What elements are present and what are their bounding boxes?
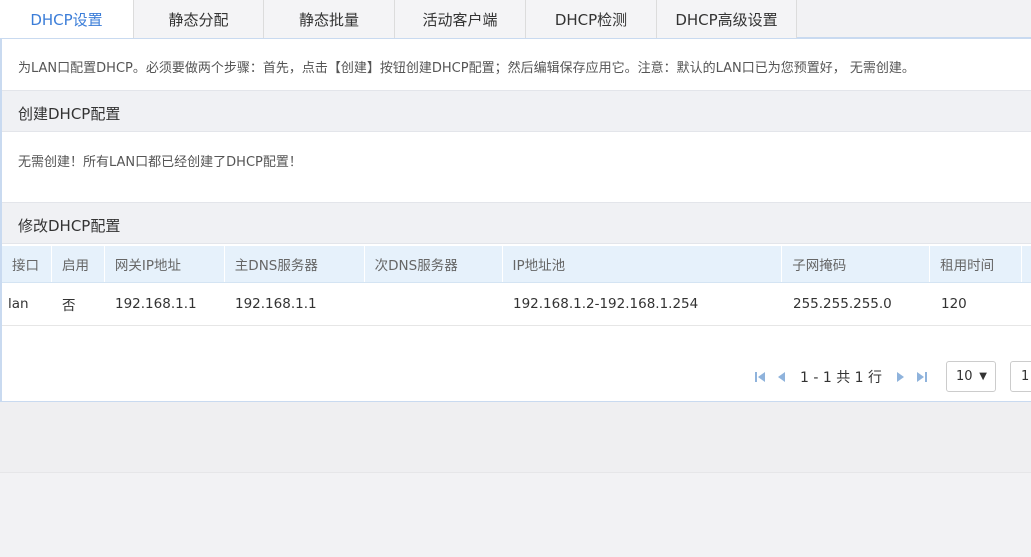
cell-ip-pool: 192.168.1.2-192.168.1.254 [513, 296, 699, 312]
column-header-enabled[interactable]: 启用 [52, 246, 105, 282]
chevron-down-icon: ▼ [979, 371, 987, 382]
tab-active-clients[interactable]: 活动客户端 [395, 0, 526, 38]
column-header-interface[interactable]: 接口 [2, 246, 52, 282]
next-page-icon[interactable] [892, 369, 908, 385]
modify-dhcp-section-title: 修改DHCP配置 [18, 217, 121, 235]
column-header-ip-pool[interactable]: IP地址池 [503, 246, 783, 282]
create-dhcp-section-title: 创建DHCP配置 [18, 105, 121, 123]
create-dhcp-message: 无需创建！所有LAN口都已经创建了DHCP配置！ [18, 155, 302, 170]
cell-subnet-mask: 255.255.255.0 [793, 296, 892, 312]
dhcp-settings-panel: 为LAN口配置DHCP。必须要做两个步骤：首先，点击【创建】按钮创建DHCP配置… [0, 38, 1031, 402]
tab-dhcp-detection[interactable]: DHCP检测 [526, 0, 657, 38]
cell-enabled: 否 [62, 298, 76, 314]
page-size-select[interactable]: 10 ▼ [946, 361, 996, 392]
column-header-subnet-mask[interactable]: 子网掩码 [782, 246, 931, 282]
footer-area [0, 402, 1031, 473]
cell-secondary-dns [365, 283, 503, 325]
cell-gateway-ip: 192.168.1.1 [115, 296, 197, 312]
table-row[interactable]: lan 否 192.168.1.1 192.168.1.1 192.168.1.… [2, 283, 1031, 326]
create-dhcp-section-header: 创建DHCP配置 [2, 90, 1031, 132]
tab-static-batch[interactable]: 静态批量 [264, 0, 395, 38]
tab-static-allocation[interactable]: 静态分配 [134, 0, 264, 38]
tab-dhcp-advanced[interactable]: DHCP高级设置 [657, 0, 797, 38]
instruction-notice: 为LAN口配置DHCP。必须要做两个步骤：首先，点击【创建】按钮创建DHCP配置… [18, 61, 915, 76]
tab-bar-filler [797, 0, 1031, 38]
dhcp-config-table: 接口 启用 网关IP地址 主DNS服务器 次DNS服务器 IP地址池 子网掩码 … [2, 246, 1031, 326]
page-size-value: 10 [956, 369, 973, 384]
column-header-gateway-ip[interactable]: 网关IP地址 [105, 246, 225, 282]
cell-primary-dns: 192.168.1.1 [235, 296, 317, 312]
first-page-icon[interactable] [752, 369, 768, 385]
table-header-row: 接口 启用 网关IP地址 主DNS服务器 次DNS服务器 IP地址池 子网掩码 … [2, 246, 1031, 283]
page-number-value: 1 [1021, 369, 1030, 384]
column-header-primary-dns[interactable]: 主DNS服务器 [225, 246, 365, 282]
cell-interface: lan [8, 296, 29, 312]
column-header-extra [1022, 246, 1031, 282]
last-page-icon[interactable] [914, 369, 930, 385]
tab-bar: DHCP设置 静态分配 静态批量 活动客户端 DHCP检测 DHCP高级设置 [0, 0, 1031, 39]
cell-lease-time: 120 [941, 296, 967, 312]
pagination: 1 - 1 共 1 行 10 ▼ 1 [752, 361, 1031, 393]
page-number-input[interactable]: 1 [1010, 361, 1031, 392]
column-header-secondary-dns[interactable]: 次DNS服务器 [365, 246, 503, 282]
modify-dhcp-section-header: 修改DHCP配置 [2, 202, 1031, 244]
tab-dhcp-settings[interactable]: DHCP设置 [0, 0, 134, 39]
column-header-lease-time[interactable]: 租用时间 [930, 246, 1022, 282]
prev-page-icon[interactable] [774, 369, 790, 385]
pagination-summary: 1 - 1 共 1 行 [800, 370, 883, 386]
